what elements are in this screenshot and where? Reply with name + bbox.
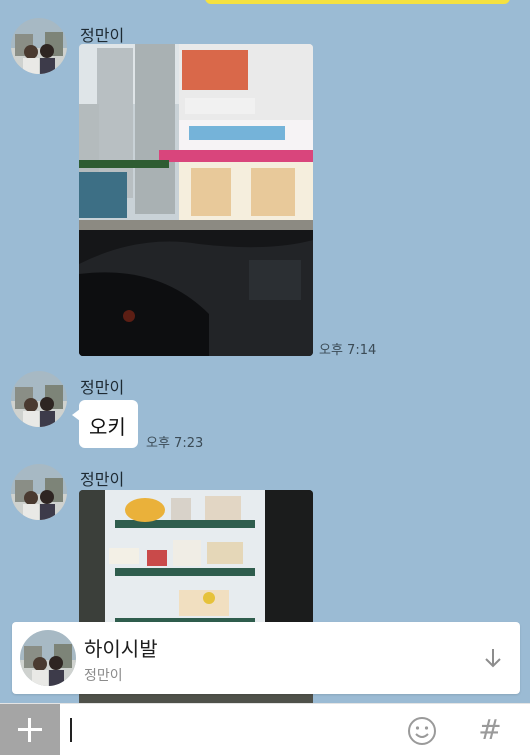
notice-message-text: 하이시발 bbox=[84, 637, 158, 661]
sender-avatar[interactable] bbox=[11, 18, 67, 74]
new-message-notice[interactable]: 하이시발 정만이 bbox=[12, 622, 520, 694]
text-cursor bbox=[70, 718, 72, 742]
hash-icon[interactable]: # bbox=[476, 714, 504, 746]
sender-avatar[interactable] bbox=[11, 371, 67, 427]
notice-sender-name: 정만이 bbox=[84, 668, 123, 684]
sender-name: 정만이 bbox=[80, 470, 125, 489]
sender-name: 정만이 bbox=[80, 378, 125, 397]
sender-name: 정만이 bbox=[80, 26, 125, 45]
message-time: 오후 7:23 bbox=[146, 436, 204, 451]
arrow-down-icon[interactable] bbox=[482, 646, 504, 670]
photo-message[interactable] bbox=[79, 44, 313, 356]
notice-avatar bbox=[20, 630, 76, 686]
message-input[interactable] bbox=[68, 712, 392, 750]
sender-avatar[interactable] bbox=[11, 464, 67, 520]
text-bubble[interactable]: 오키 bbox=[72, 400, 138, 448]
top-banner-edge bbox=[205, 0, 510, 4]
message-time: 오후 7:14 bbox=[319, 343, 377, 358]
message-input-bar: # bbox=[0, 703, 530, 755]
plus-icon[interactable] bbox=[0, 704, 60, 755]
emoji-icon[interactable] bbox=[407, 716, 437, 746]
